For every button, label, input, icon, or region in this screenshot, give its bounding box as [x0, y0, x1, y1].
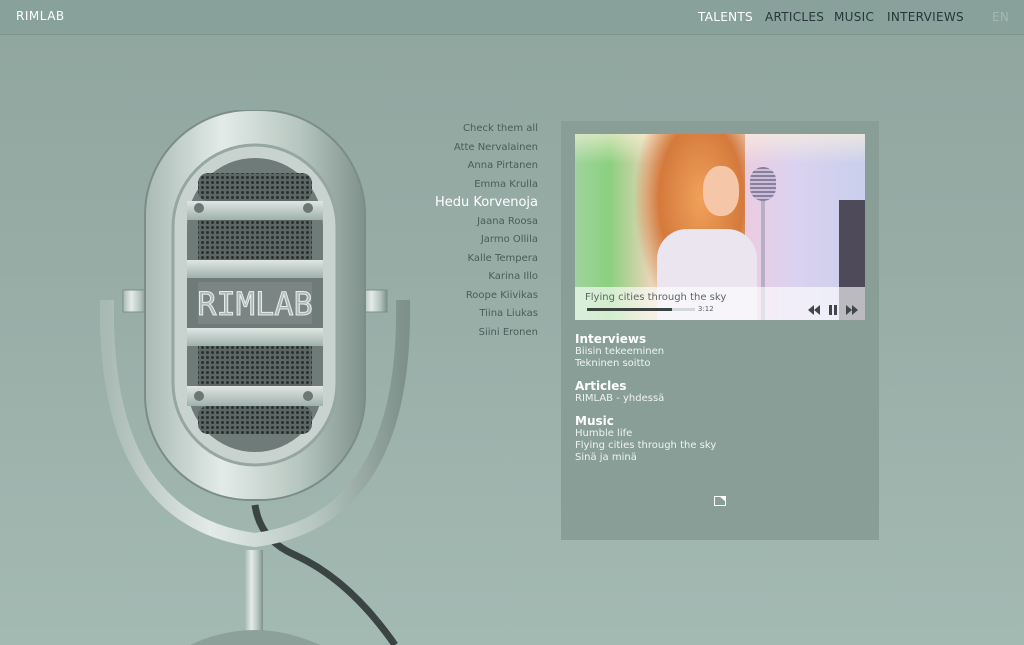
progress-fill [587, 308, 673, 311]
progress-bar[interactable] [587, 308, 695, 311]
language-switch[interactable]: EN [992, 10, 1009, 24]
music-link[interactable]: Sinä ja minä [575, 452, 637, 463]
player-controls: Flying cities through the sky 3:12 [575, 287, 865, 320]
articles-heading: Articles [575, 379, 627, 393]
talent-check-all[interactable]: Check them all [400, 120, 538, 139]
interview-link[interactable]: Tekninen soitto [575, 358, 651, 369]
external-link-icon[interactable] [714, 496, 726, 506]
talent-list: Check them all Atte Nervalainen Anna Pirta… [400, 120, 538, 342]
talent-item[interactable]: Tiina Liukas [400, 305, 538, 324]
track-title: Flying cities through the sky [585, 292, 727, 303]
video-mic [750, 167, 776, 201]
rewind-icon[interactable] [807, 304, 821, 316]
music-link[interactable]: Humble life [575, 428, 632, 439]
nav-talents[interactable]: TALENTS [698, 10, 753, 24]
talent-item[interactable]: Anna Pirtanen [400, 157, 538, 176]
video-player[interactable]: Flying cities through the sky 3:12 [575, 134, 865, 320]
nav-music[interactable]: MUSIC [834, 10, 874, 24]
talent-item[interactable]: Hedu Korvenoja [400, 194, 538, 213]
fast-forward-icon[interactable] [845, 304, 859, 316]
talent-item[interactable]: Karina Illo [400, 268, 538, 287]
talent-item[interactable]: Siini Eronen [400, 324, 538, 343]
talent-item[interactable]: Kalle Tempera [400, 250, 538, 269]
talent-item[interactable]: Roope Kiivikas [400, 287, 538, 306]
music-heading: Music [575, 414, 614, 428]
top-bar: RIMLAB TALENTS ARTICLES MUSIC INTERVIEWS… [0, 0, 1024, 35]
talent-item[interactable]: Atte Nervalainen [400, 139, 538, 158]
pause-icon[interactable] [826, 304, 840, 316]
interviews-heading: Interviews [575, 332, 647, 346]
brand-logo[interactable]: RIMLAB [16, 9, 65, 23]
talent-item[interactable]: Emma Krulla [400, 176, 538, 195]
microphone-illustration: RIMLAB [99, 110, 411, 645]
interview-link[interactable]: Biisin tekeeminen [575, 346, 664, 357]
mic-logo-text: RIMLAB [197, 285, 313, 323]
nav-interviews[interactable]: INTERVIEWS [887, 10, 964, 24]
article-link[interactable]: RIMLAB - yhdessä [575, 393, 664, 404]
talent-panel: Flying cities through the sky 3:12 Inter… [561, 121, 879, 540]
talent-item[interactable]: Jarmo Ollila [400, 231, 538, 250]
music-link[interactable]: Flying cities through the sky [575, 440, 716, 451]
track-time: 3:12 [698, 305, 714, 313]
nav-articles[interactable]: ARTICLES [765, 10, 824, 24]
talent-item[interactable]: Jaana Roosa [400, 213, 538, 232]
